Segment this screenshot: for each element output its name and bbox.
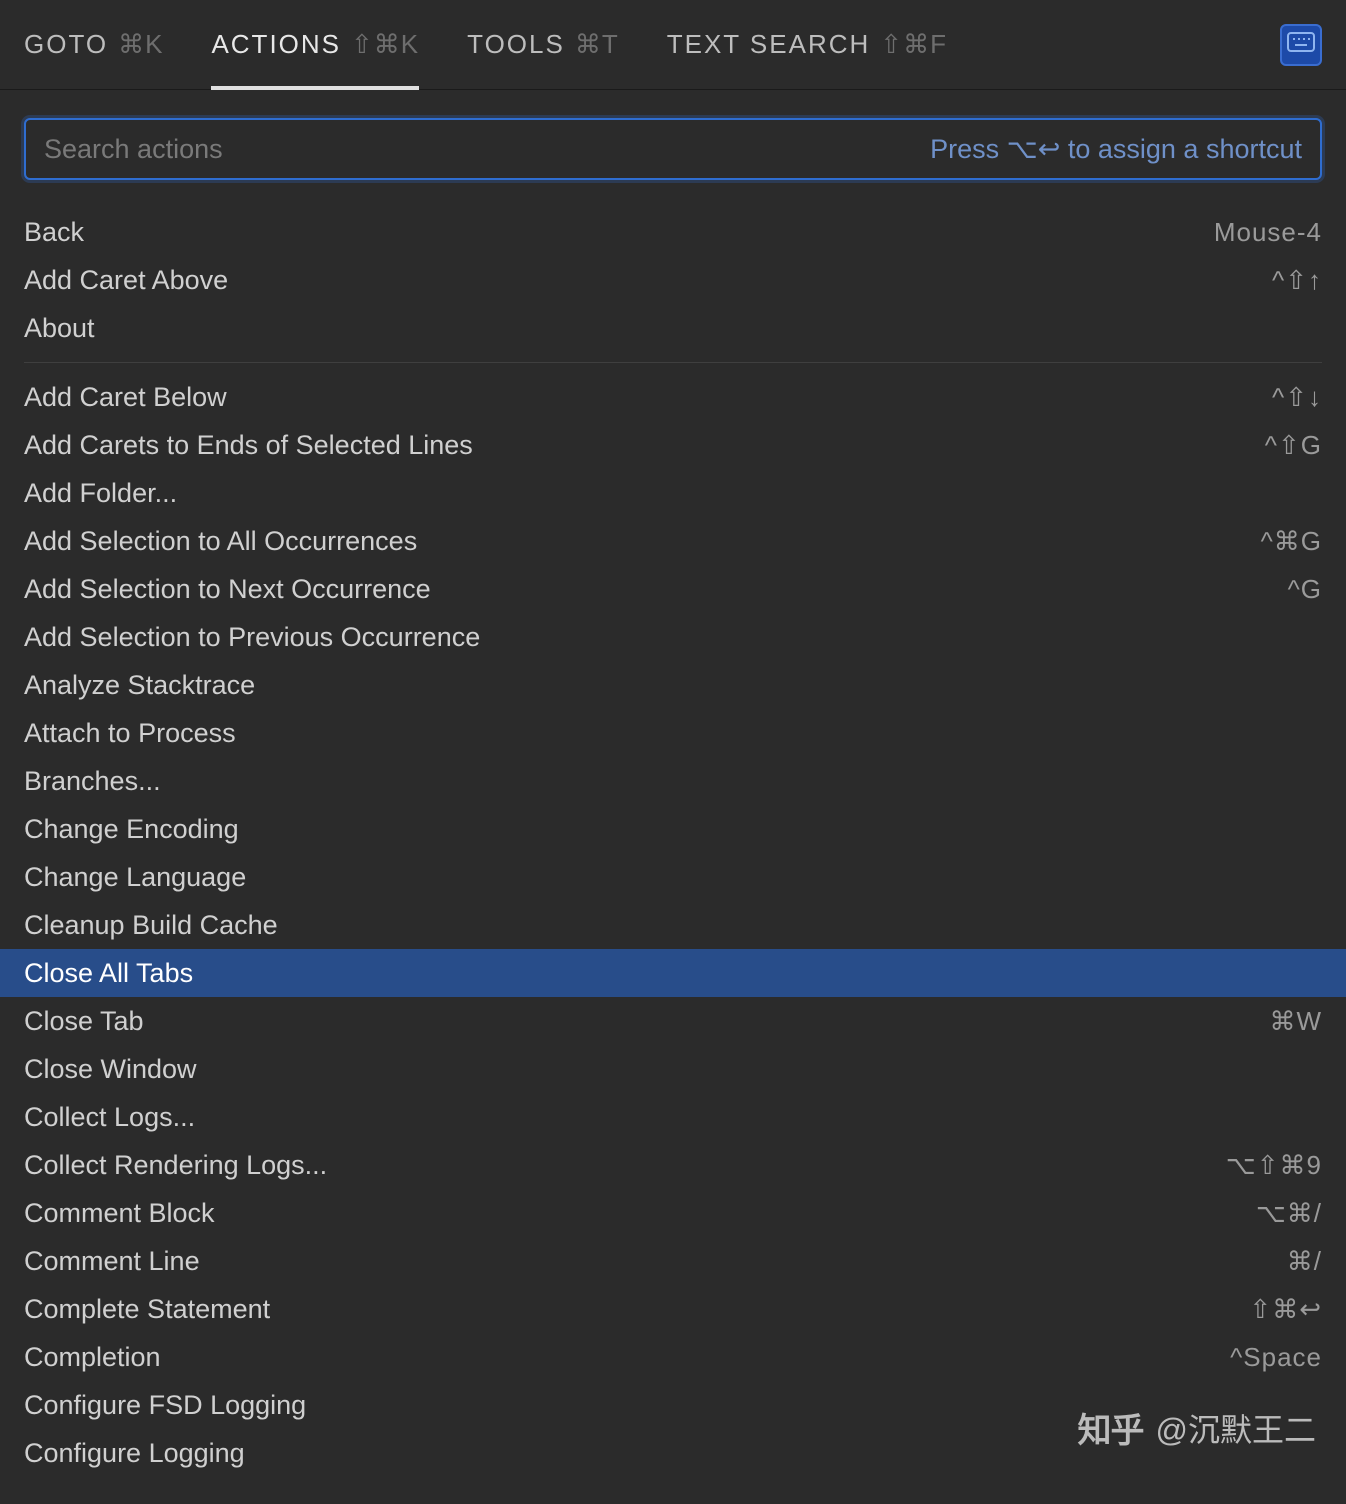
list-item[interactable]: Comment Line⌘/ xyxy=(0,1237,1346,1285)
tab-shortcut: ⇧⌘F xyxy=(880,29,947,60)
list-item[interactable]: Analyze Stacktrace xyxy=(0,661,1346,709)
tab-bar: GOTO ⌘K ACTIONS ⇧⌘K TOOLS ⌘T TEXT SEARCH… xyxy=(0,0,1346,90)
tab-label: GOTO xyxy=(24,29,108,60)
item-shortcut: ^⇧↓ xyxy=(1272,382,1322,413)
list-item[interactable]: Add Selection to Next Occurrence^G xyxy=(0,565,1346,613)
tab-label: TOOLS xyxy=(467,29,565,60)
item-shortcut: ^⌘G xyxy=(1261,526,1322,557)
search-input[interactable] xyxy=(44,134,930,165)
item-label: Configure Logging xyxy=(24,1438,1322,1469)
divider xyxy=(24,362,1322,363)
tab-label: TEXT SEARCH xyxy=(667,29,871,60)
item-shortcut: ⌥⌘/ xyxy=(1256,1198,1322,1229)
list-item[interactable]: Close Tab⌘W xyxy=(0,997,1346,1045)
item-label: Configure FSD Logging xyxy=(24,1390,1322,1421)
tab-goto[interactable]: GOTO ⌘K xyxy=(24,0,187,89)
item-label: Cleanup Build Cache xyxy=(24,910,1322,941)
keyboard-shortcuts-button[interactable] xyxy=(1280,24,1322,66)
item-label: Branches... xyxy=(24,766,1322,797)
tab-tools[interactable]: TOOLS ⌘T xyxy=(443,0,643,89)
action-list: BackMouse-4Add Caret Above^⇧↑AboutAdd Ca… xyxy=(0,198,1346,1477)
list-item[interactable]: Collect Rendering Logs...⌥⇧⌘9 xyxy=(0,1141,1346,1189)
search-box[interactable]: Press ⌥↩ to assign a shortcut xyxy=(24,118,1322,180)
tab-actions[interactable]: ACTIONS ⇧⌘K xyxy=(187,0,443,89)
item-label: Add Selection to All Occurrences xyxy=(24,526,1261,557)
item-label: Back xyxy=(24,217,1214,248)
tab-shortcut: ⌘K xyxy=(118,29,163,60)
item-label: Add Folder... xyxy=(24,478,1322,509)
item-label: Analyze Stacktrace xyxy=(24,670,1322,701)
list-item[interactable]: Add Selection to Previous Occurrence xyxy=(0,613,1346,661)
item-label: Comment Line xyxy=(24,1246,1287,1277)
list-item[interactable]: Add Caret Below^⇧↓ xyxy=(0,373,1346,421)
item-label: Change Language xyxy=(24,862,1322,893)
item-shortcut: ^⇧G xyxy=(1265,430,1322,461)
item-label: Collect Logs... xyxy=(24,1102,1322,1133)
keyboard-icon xyxy=(1287,32,1315,57)
item-label: Add Selection to Next Occurrence xyxy=(24,574,1288,605)
search-hint: Press ⌥↩ to assign a shortcut xyxy=(930,134,1302,165)
item-label: Close Tab xyxy=(24,1006,1269,1037)
item-label: Add Selection to Previous Occurrence xyxy=(24,622,1322,653)
list-item[interactable]: Attach to Process xyxy=(0,709,1346,757)
item-shortcut: ⌥⇧⌘9 xyxy=(1226,1150,1322,1181)
list-item[interactable]: Cleanup Build Cache xyxy=(0,901,1346,949)
list-item[interactable]: Complete Statement⇧⌘↩ xyxy=(0,1285,1346,1333)
tab-shortcut: ⌘T xyxy=(575,29,619,60)
item-shortcut: Mouse-4 xyxy=(1214,217,1322,248)
item-shortcut: ^⇧↑ xyxy=(1272,265,1322,296)
item-label: Complete Statement xyxy=(24,1294,1249,1325)
tab-shortcut: ⇧⌘K xyxy=(351,29,419,60)
list-item[interactable]: BackMouse-4 xyxy=(0,208,1346,256)
list-item[interactable]: Change Language xyxy=(0,853,1346,901)
item-shortcut: ⌘/ xyxy=(1287,1246,1322,1277)
search-row: Press ⌥↩ to assign a shortcut xyxy=(0,90,1346,198)
item-label: Add Caret Below xyxy=(24,382,1272,413)
list-item[interactable]: Close Window xyxy=(0,1045,1346,1093)
item-label: About xyxy=(24,313,1322,344)
item-label: Collect Rendering Logs... xyxy=(24,1150,1226,1181)
item-shortcut: ⌘W xyxy=(1269,1006,1322,1037)
list-item[interactable]: Configure Logging xyxy=(0,1429,1346,1477)
list-item[interactable]: Add Caret Above^⇧↑ xyxy=(0,256,1346,304)
item-shortcut: ^Space xyxy=(1230,1342,1322,1373)
list-item[interactable]: Close All Tabs xyxy=(0,949,1346,997)
list-item[interactable]: Completion^Space xyxy=(0,1333,1346,1381)
item-shortcut: ⇧⌘↩ xyxy=(1249,1294,1322,1325)
list-item[interactable]: Change Encoding xyxy=(0,805,1346,853)
item-shortcut: ^G xyxy=(1288,574,1322,605)
tab-label: ACTIONS xyxy=(211,29,341,60)
list-item[interactable]: Add Carets to Ends of Selected Lines^⇧G xyxy=(0,421,1346,469)
item-label: Change Encoding xyxy=(24,814,1322,845)
item-label: Close All Tabs xyxy=(24,958,1322,989)
tab-text-search[interactable]: TEXT SEARCH ⇧⌘F xyxy=(643,0,971,89)
item-label: Close Window xyxy=(24,1054,1322,1085)
list-item[interactable]: Comment Block⌥⌘/ xyxy=(0,1189,1346,1237)
list-item[interactable]: Configure FSD Logging xyxy=(0,1381,1346,1429)
list-item[interactable]: Collect Logs... xyxy=(0,1093,1346,1141)
list-item[interactable]: Add Selection to All Occurrences^⌘G xyxy=(0,517,1346,565)
list-item[interactable]: Branches... xyxy=(0,757,1346,805)
item-label: Add Carets to Ends of Selected Lines xyxy=(24,430,1265,461)
list-item[interactable]: Add Folder... xyxy=(0,469,1346,517)
item-label: Completion xyxy=(24,1342,1230,1373)
item-label: Attach to Process xyxy=(24,718,1322,749)
item-label: Comment Block xyxy=(24,1198,1256,1229)
list-item[interactable]: About xyxy=(0,304,1346,352)
item-label: Add Caret Above xyxy=(24,265,1272,296)
